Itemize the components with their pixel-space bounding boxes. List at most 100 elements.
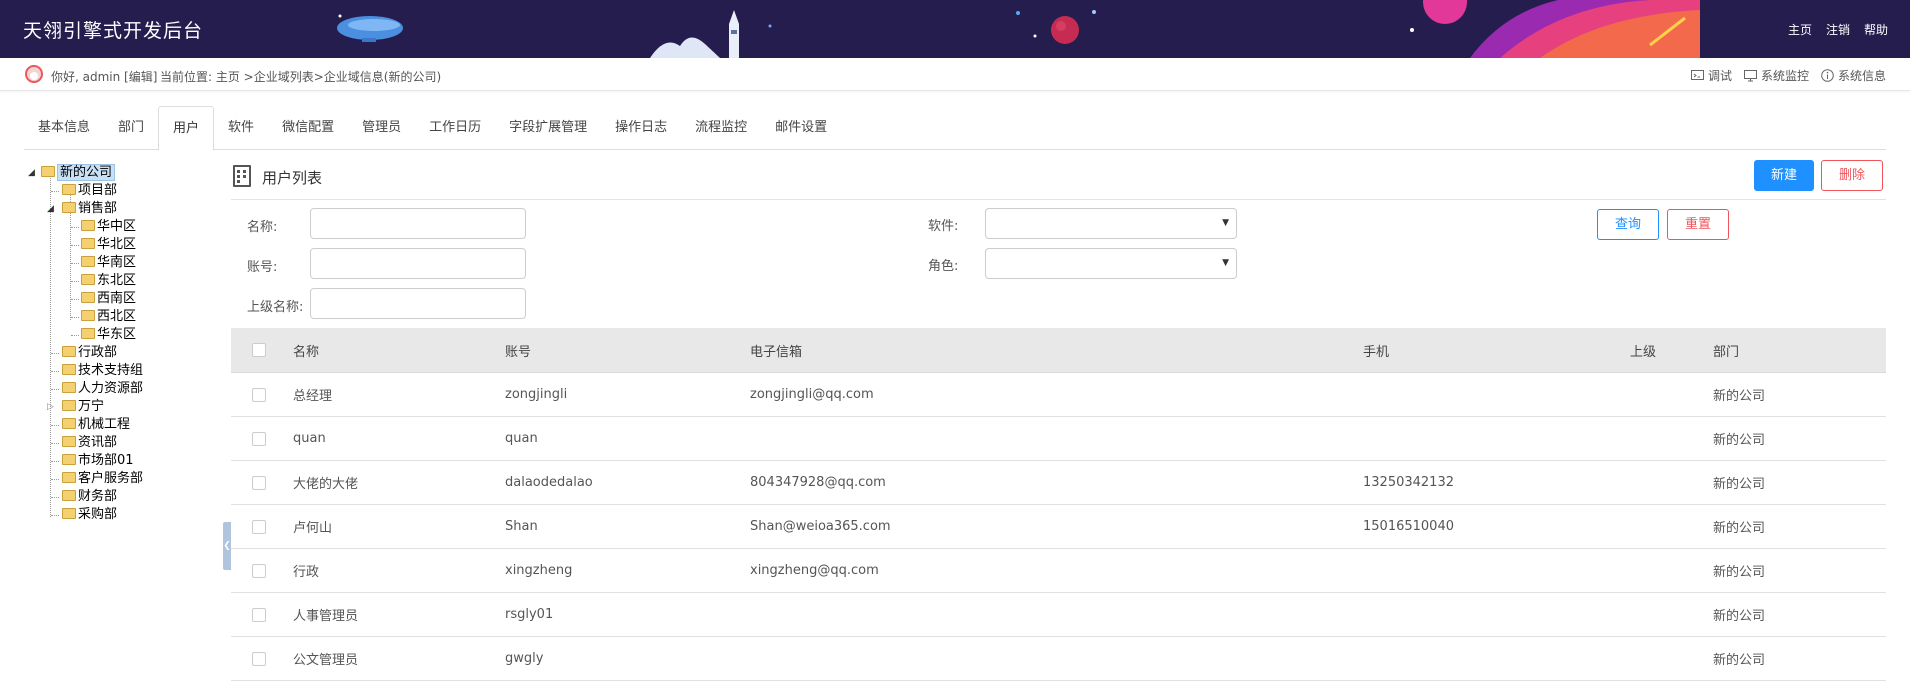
tab-wechat-config[interactable]: 微信配置: [268, 106, 348, 150]
tree-node[interactable]: 项目部: [26, 182, 216, 200]
tab-administrators[interactable]: 管理员: [348, 106, 415, 150]
tree-node-root[interactable]: ◢ 新的公司: [26, 164, 216, 182]
tab-departments[interactable]: 部门: [104, 106, 158, 150]
row-checkbox[interactable]: [252, 475, 266, 490]
tree-node[interactable]: 西北区: [26, 308, 216, 326]
cell-account: gwgly: [505, 651, 544, 666]
table-row[interactable]: 人事管理员 rsgly01 新的公司: [231, 593, 1886, 637]
delete-button[interactable]: 删除: [1821, 160, 1883, 191]
account-input[interactable]: [310, 248, 526, 279]
help-link[interactable]: 帮助: [1864, 21, 1888, 38]
software-label: 软件:: [928, 219, 959, 234]
tree-node-label[interactable]: 行政部: [78, 345, 117, 360]
tree-node[interactable]: 西南区: [26, 290, 216, 308]
tree-node[interactable]: 客户服务部: [26, 470, 216, 488]
tree-node-label[interactable]: 西北区: [97, 309, 136, 324]
software-select[interactable]: ▼: [985, 208, 1237, 239]
tab-work-calendar[interactable]: 工作日历: [415, 106, 495, 150]
tree-node-label[interactable]: 采购部: [78, 507, 117, 522]
column-header-email[interactable]: 电子信箱: [750, 328, 802, 372]
cell-email: Shan@weioa365.com: [750, 519, 891, 534]
tree-node[interactable]: 市场部01: [26, 452, 216, 470]
tab-users[interactable]: 用户: [158, 106, 215, 151]
folder-icon: [81, 220, 95, 231]
tree-node-label[interactable]: 技术支持组: [78, 363, 143, 378]
tree-node[interactable]: 采购部: [26, 506, 216, 524]
tree-node-label[interactable]: 华北区: [97, 237, 136, 252]
parent-name-input[interactable]: [310, 288, 526, 319]
tree-node-label[interactable]: 华中区: [97, 219, 136, 234]
select-all-checkbox[interactable]: [252, 343, 266, 357]
sidebar-collapse-handle[interactable]: ❮: [223, 522, 231, 570]
row-checkbox[interactable]: [252, 431, 266, 446]
tree-node-label[interactable]: 新的公司: [57, 164, 116, 181]
reset-button[interactable]: 重置: [1667, 209, 1729, 240]
tree-node[interactable]: 华中区: [26, 218, 216, 236]
user-greeting[interactable]: 你好, admin [编辑]: [51, 68, 157, 85]
query-button[interactable]: 查询: [1597, 209, 1659, 240]
table-row[interactable]: 公文管理员 gwgly 新的公司: [231, 637, 1886, 681]
tree-node-label[interactable]: 财务部: [78, 489, 117, 504]
row-checkbox[interactable]: [252, 519, 266, 534]
tree-node[interactable]: 技术支持组: [26, 362, 216, 380]
tree-node[interactable]: 资讯部: [26, 434, 216, 452]
table-row[interactable]: quan quan 新的公司: [231, 417, 1886, 461]
row-checkbox[interactable]: [252, 651, 266, 666]
expand-icon[interactable]: ▷: [47, 398, 54, 416]
tree-node[interactable]: ◢ 销售部: [26, 200, 216, 218]
tree-node-label[interactable]: 资讯部: [78, 435, 117, 450]
tab-flow-monitor[interactable]: 流程监控: [681, 106, 761, 150]
tree-node-label[interactable]: 东北区: [97, 273, 136, 288]
tree-node[interactable]: 华北区: [26, 236, 216, 254]
panel-title: 用户列表: [262, 169, 323, 187]
name-input[interactable]: [310, 208, 526, 239]
tree-node[interactable]: 行政部: [26, 344, 216, 362]
column-header-department[interactable]: 部门: [1713, 328, 1739, 372]
tree-node-label[interactable]: 万宁: [78, 399, 104, 414]
cell-name: 人事管理员: [293, 609, 359, 624]
column-header-account[interactable]: 账号: [505, 328, 531, 372]
home-link[interactable]: 主页: [1788, 21, 1812, 38]
tab-software[interactable]: 软件: [214, 106, 268, 150]
sysinfo-tool[interactable]: 系统信息: [1821, 67, 1886, 84]
tree-node-label[interactable]: 市场部01: [78, 453, 134, 468]
cell-name: 公文管理员: [293, 653, 359, 668]
tab-mail-settings[interactable]: 邮件设置: [761, 106, 841, 150]
tab-field-extension[interactable]: 字段扩展管理: [495, 106, 601, 150]
logout-link[interactable]: 注销: [1826, 21, 1850, 38]
column-header-phone[interactable]: 手机: [1363, 328, 1389, 372]
tree-node[interactable]: 机械工程: [26, 416, 216, 434]
table-row[interactable]: 大佬的大佬 dalaodedalao 804347928@qq.com 1325…: [231, 461, 1886, 505]
row-checkbox[interactable]: [252, 387, 266, 402]
tree-node-label[interactable]: 人力资源部: [78, 381, 143, 396]
tree-node-label[interactable]: 销售部: [78, 201, 117, 216]
tree-node-label[interactable]: 客户服务部: [78, 471, 143, 486]
tree-node[interactable]: 财务部: [26, 488, 216, 506]
column-header-superior[interactable]: 上级: [1630, 328, 1656, 372]
tree-node-label[interactable]: 机械工程: [78, 417, 130, 432]
role-select[interactable]: ▼: [985, 248, 1237, 279]
row-checkbox[interactable]: [252, 607, 266, 622]
tab-operation-log[interactable]: 操作日志: [601, 106, 681, 150]
tree-node-label[interactable]: 华南区: [97, 255, 136, 270]
row-checkbox[interactable]: [252, 563, 266, 578]
monitor-tool[interactable]: 系统监控: [1743, 67, 1809, 84]
new-button[interactable]: 新建: [1754, 160, 1814, 191]
tab-basic-info[interactable]: 基本信息: [24, 106, 104, 150]
collapse-icon[interactable]: ◢: [28, 164, 35, 182]
tree-node[interactable]: 华南区: [26, 254, 216, 272]
collapse-icon[interactable]: ◢: [47, 200, 54, 218]
tree-node[interactable]: 华东区: [26, 326, 216, 344]
debug-tool[interactable]: 调试: [1690, 67, 1732, 84]
tree-node[interactable]: ▷ 万宁: [26, 398, 216, 416]
table-row[interactable]: 总经理 zongjingli zongjingli@qq.com 新的公司: [231, 373, 1886, 417]
tree-node[interactable]: 东北区: [26, 272, 216, 290]
table-row[interactable]: 卢何山 Shan Shan@weioa365.com 15016510040 新…: [231, 505, 1886, 549]
column-header-name[interactable]: 名称: [293, 328, 319, 372]
tree-node-label[interactable]: 华东区: [97, 327, 136, 342]
tree-node-label[interactable]: 项目部: [78, 183, 117, 198]
tab-bar: 基本信息 部门 用户 软件 微信配置 管理员 工作日历 字段扩展管理 操作日志 …: [24, 106, 1886, 151]
tree-node-label[interactable]: 西南区: [97, 291, 136, 306]
tree-node[interactable]: 人力资源部: [26, 380, 216, 398]
table-row[interactable]: 行政 xingzheng xingzheng@qq.com 新的公司: [231, 549, 1886, 593]
